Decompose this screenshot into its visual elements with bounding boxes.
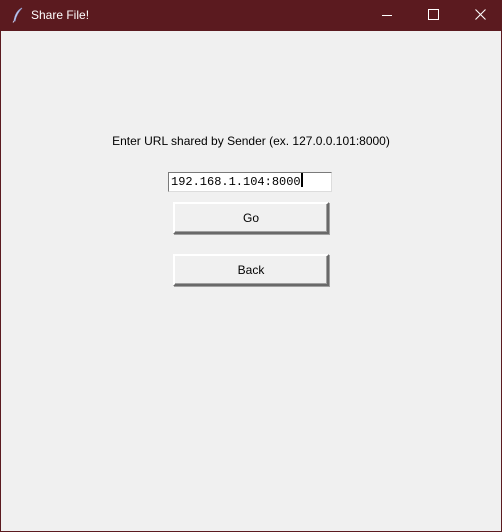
close-icon xyxy=(474,7,486,25)
window-title: Share File! xyxy=(31,8,90,22)
minimize-button[interactable] xyxy=(364,0,410,31)
close-button[interactable] xyxy=(457,0,502,31)
feather-icon xyxy=(11,7,25,23)
maximize-icon xyxy=(427,7,439,25)
text-caret xyxy=(300,173,303,187)
url-input[interactable]: 192.168.1.104:8000 xyxy=(168,172,332,192)
back-button[interactable]: Back xyxy=(173,254,329,286)
url-input-value: 192.168.1.104:8000 xyxy=(171,175,301,189)
go-button[interactable]: Go xyxy=(173,202,329,234)
maximize-button[interactable] xyxy=(410,0,456,31)
app-window: Share File! Enter URL shared by Sender (… xyxy=(0,0,502,532)
title-bar[interactable]: Share File! xyxy=(1,0,502,31)
minimize-icon xyxy=(382,7,392,25)
url-prompt-label: Enter URL shared by Sender (ex. 127.0.0.… xyxy=(112,134,390,148)
